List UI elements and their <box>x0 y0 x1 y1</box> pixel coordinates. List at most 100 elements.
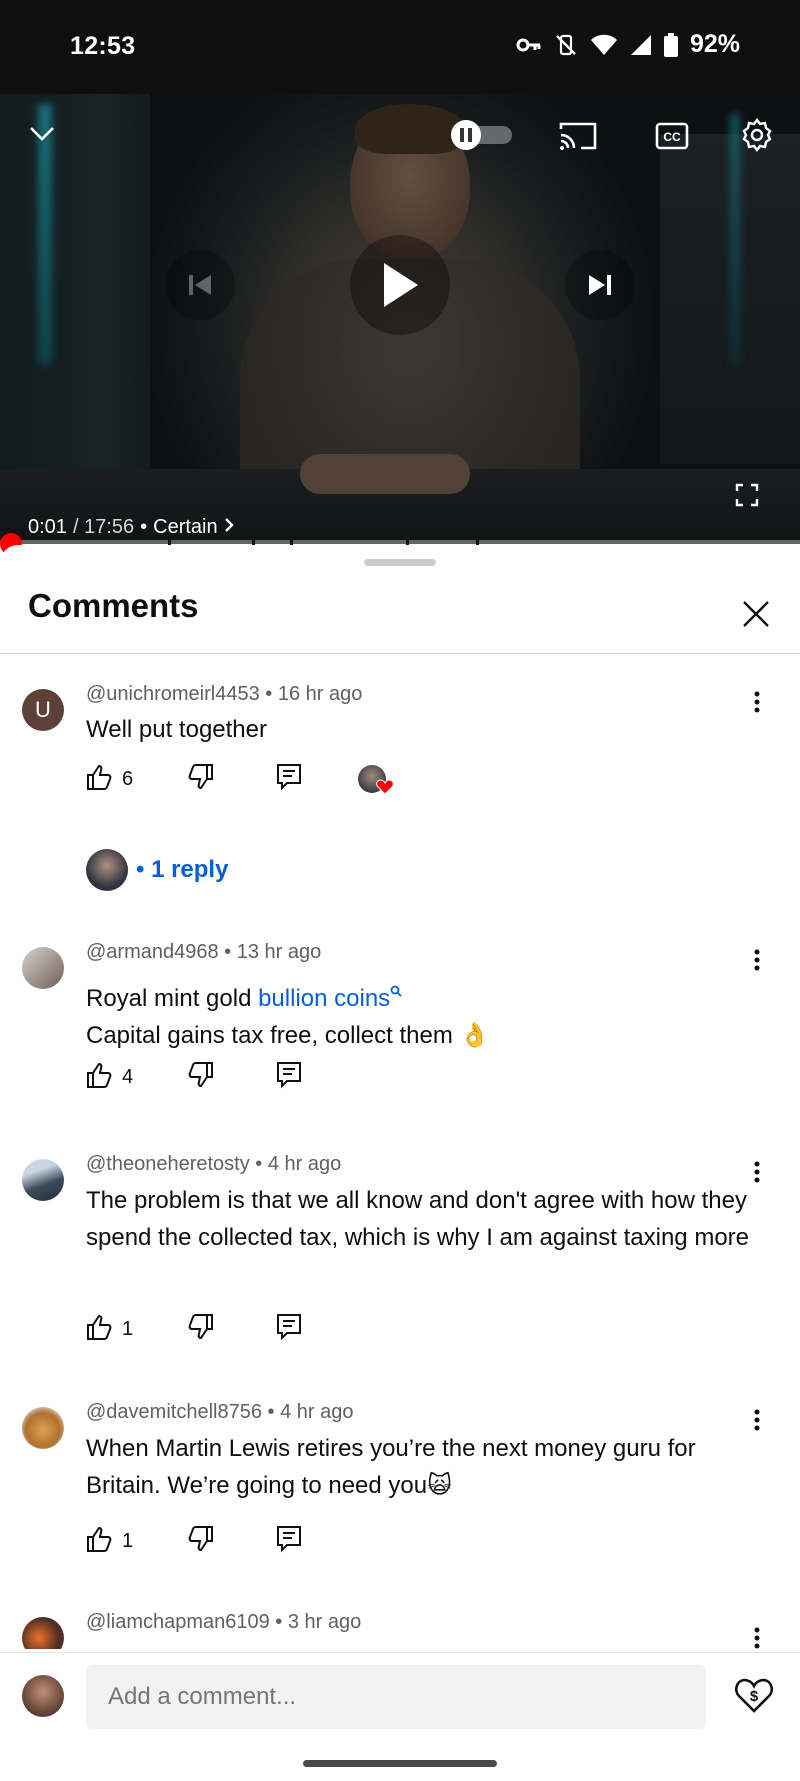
more-options-icon[interactable] <box>745 1623 769 1649</box>
vpn-key-icon <box>516 36 542 54</box>
chevron-down-icon[interactable] <box>22 114 62 154</box>
status-bar: 12:53 92% <box>0 0 800 94</box>
gear-icon[interactable] <box>734 112 780 158</box>
time-display: 0:01 / 17:56 • Certain <box>28 516 234 539</box>
comment-author[interactable]: @liamchapman6109 <box>86 1611 270 1633</box>
reply-icon <box>276 1525 302 1558</box>
chapter-title[interactable]: Certain <box>153 516 217 539</box>
comment-text: Royal mint gold bullion coins Capital ga… <box>86 971 756 1054</box>
drag-handle[interactable] <box>364 559 436 566</box>
battery-percent: 92% <box>689 30 740 58</box>
thumbs-down-icon <box>186 1313 214 1346</box>
reply-icon <box>276 1313 302 1346</box>
comment-author[interactable]: @davemitchell8756 <box>86 1401 262 1423</box>
like-count: 4 <box>122 1065 134 1088</box>
avatar[interactable] <box>22 1407 64 1449</box>
comment-age: 3 hr ago <box>287 1611 362 1633</box>
video-player[interactable]: CC 0:01 / 17:56 • Certain <box>0 94 800 544</box>
comment-age: 4 hr ago <box>267 1153 342 1175</box>
status-icons: 92% <box>516 30 740 59</box>
comment-age: 13 hr ago <box>236 941 322 963</box>
thumbs-up-icon <box>86 763 114 796</box>
comment-composer: $ <box>0 1652 800 1781</box>
thumbs-up-icon <box>86 1313 114 1346</box>
comment-author[interactable]: @armand4968 <box>86 941 219 963</box>
chevron-right-icon <box>224 516 234 539</box>
like-button[interactable]: 6 <box>86 763 186 796</box>
comment-actions: 4 <box>86 1059 358 1095</box>
search-icon[interactable] <box>390 976 402 1003</box>
like-button[interactable]: 1 <box>86 1313 186 1346</box>
close-icon[interactable] <box>735 593 777 635</box>
avatar[interactable] <box>22 947 64 989</box>
autoplay-toggle-icon[interactable] <box>448 120 514 150</box>
signal-icon <box>630 34 652 56</box>
previous-icon <box>165 250 235 320</box>
reply-button[interactable] <box>276 1313 358 1346</box>
cc-icon[interactable]: CC <box>650 114 694 158</box>
battery-icon <box>663 32 678 57</box>
comment-age: 4 hr ago <box>280 1401 354 1423</box>
creator-heart <box>358 765 398 795</box>
avatar[interactable] <box>22 1617 64 1649</box>
reply-icon <box>276 763 302 796</box>
search-link[interactable]: bullion coins <box>258 985 390 1012</box>
view-replies-link[interactable]: • 1 reply <box>86 849 228 891</box>
reply-icon <box>276 1061 302 1094</box>
fullscreen-icon[interactable] <box>732 480 762 510</box>
comment-actions: 1 <box>86 1523 358 1559</box>
cast-icon[interactable] <box>556 114 600 158</box>
comments-title: Comments <box>28 587 199 624</box>
thumbs-up-icon <box>86 1525 114 1558</box>
user-avatar <box>22 1675 64 1717</box>
comment-item: @liamchapman6109 • 3 hr ago <box>0 1609 800 1649</box>
comment-line: Royal mint gold bullion coins <box>86 971 756 1017</box>
like-count: 1 <box>122 1317 134 1340</box>
dislike-button[interactable] <box>186 1061 276 1094</box>
like-count: 6 <box>122 767 134 790</box>
comment-actions: 1 <box>86 1311 358 1347</box>
like-button[interactable]: 1 <box>86 1525 186 1558</box>
thumbs-down-icon <box>186 1525 214 1558</box>
comment-actions: 6 <box>86 761 398 797</box>
comment-meta: @theoneheretosty • 4 hr ago <box>86 1153 342 1175</box>
comment-meta: @unichromeirl4453 • 16 hr ago <box>86 683 363 705</box>
comment-meta: @liamchapman6109 • 3 hr ago <box>86 1611 362 1633</box>
thumbs-down-icon <box>186 1061 214 1094</box>
super-thanks-icon[interactable]: $ <box>732 1673 776 1717</box>
time-separator: / <box>72 516 85 538</box>
reply-button[interactable] <box>276 1061 358 1094</box>
avatar[interactable]: U <box>22 689 64 731</box>
avatar-letter: U <box>35 697 51 722</box>
reply-avatar <box>86 849 128 891</box>
dislike-button[interactable] <box>186 1525 276 1558</box>
comment-input[interactable] <box>86 1665 706 1729</box>
dislike-button[interactable] <box>186 763 276 796</box>
comment-text: Well put together <box>86 716 267 743</box>
current-time: 0:01 <box>28 516 67 538</box>
divider <box>0 653 800 654</box>
next-icon[interactable] <box>565 250 635 320</box>
replies-count: • 1 reply <box>136 856 229 883</box>
comment-author[interactable]: @unichromeirl4453 <box>86 683 260 705</box>
play-icon[interactable] <box>350 235 450 335</box>
wifi-icon <box>590 34 618 56</box>
duration-value: 17:56 <box>84 516 135 538</box>
like-count: 1 <box>122 1529 134 1552</box>
comment-author[interactable]: @theoneheretosty <box>86 1153 250 1175</box>
thumbs-down-icon <box>186 763 214 796</box>
avatar[interactable] <box>22 1159 64 1201</box>
reply-button[interactable] <box>276 763 358 796</box>
home-indicator[interactable] <box>303 1760 497 1767</box>
comment-text-part: Royal mint gold <box>86 985 259 1012</box>
status-time: 12:53 <box>70 32 136 60</box>
comment-line: Capital gains tax free, collect them 👌 <box>86 1022 490 1049</box>
comment-text: The problem is that we all know and don'… <box>86 1187 749 1251</box>
vibrate-off-icon <box>554 33 578 57</box>
svg-text:$: $ <box>750 1688 759 1705</box>
like-button[interactable]: 4 <box>86 1061 186 1094</box>
dislike-button[interactable] <box>186 1313 276 1346</box>
svg-text:CC: CC <box>663 130 681 144</box>
comments-sheet: Comments U @unichromeirl4453 • 16 hr ago… <box>0 545 800 1781</box>
reply-button[interactable] <box>276 1525 358 1558</box>
